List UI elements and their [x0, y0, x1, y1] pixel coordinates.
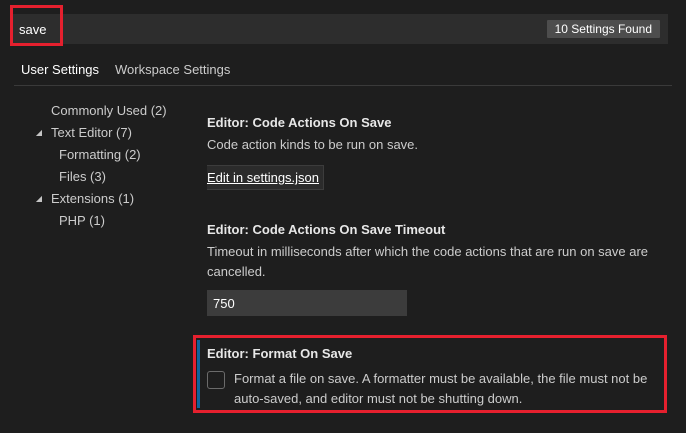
- toc-item-label: PHP (1): [59, 213, 105, 228]
- toc-item-label: Files (3): [59, 169, 106, 184]
- settings-toc: Commonly Used (2) ◢ Text Editor (7) Form…: [26, 100, 186, 232]
- setting-description: Format a file on save. A formatter must …: [234, 371, 648, 406]
- setting-title: Editor: Code Actions On Save: [207, 114, 667, 132]
- setting-format-on-save: Editor: Format On Save Format a file on …: [207, 345, 667, 409]
- setting-category: Editor:: [207, 222, 253, 237]
- results-count-badge: 10 Settings Found: [546, 20, 660, 38]
- settings-editor: 10 Settings Found User Settings Workspac…: [0, 0, 686, 433]
- timeout-number-input[interactable]: [207, 290, 407, 316]
- setting-code-actions-on-save: Editor: Code Actions On Save Code action…: [207, 114, 667, 190]
- tab-user-settings[interactable]: User Settings: [14, 56, 107, 86]
- search-input[interactable]: [10, 14, 510, 44]
- setting-description: Code action kinds to be run on save.: [207, 137, 419, 152]
- toc-item-formatting[interactable]: Formatting (2): [26, 144, 186, 166]
- toc-item-files[interactable]: Files (3): [26, 166, 186, 188]
- setting-name: Code Actions On Save Timeout: [252, 222, 446, 237]
- chevron-down-icon[interactable]: ◢: [34, 188, 44, 210]
- search-bar: 10 Settings Found: [10, 14, 668, 44]
- setting-code-actions-on-save-timeout: Editor: Code Actions On Save Timeout Tim…: [207, 221, 667, 316]
- focus-indicator: [197, 340, 200, 408]
- edit-in-settings-json-link[interactable]: Edit in settings.json: [207, 165, 325, 190]
- setting-title: Editor: Code Actions On Save Timeout: [207, 221, 667, 239]
- format-on-save-checkbox[interactable]: [207, 371, 225, 389]
- setting-description: Timeout in milliseconds after which the …: [207, 244, 649, 279]
- toc-item-text-editor[interactable]: ◢ Text Editor (7): [26, 122, 186, 144]
- tab-workspace-settings[interactable]: Workspace Settings: [115, 56, 230, 86]
- checkbox-row: Format a file on save. A formatter must …: [207, 369, 667, 409]
- toc-item-label: Text Editor (7): [51, 125, 132, 140]
- tabs-divider: [14, 85, 672, 86]
- toc-item-php[interactable]: PHP (1): [26, 210, 186, 232]
- toc-item-label: Commonly Used (2): [51, 103, 167, 118]
- settings-tabs: User Settings Workspace Settings: [14, 56, 672, 86]
- setting-name: Code Actions On Save: [252, 115, 392, 130]
- setting-category: Editor:: [207, 115, 253, 130]
- setting-title: Editor: Format On Save: [207, 345, 667, 363]
- toc-item-label: Extensions (1): [51, 191, 135, 206]
- toc-item-extensions[interactable]: ◢ Extensions (1): [26, 188, 186, 210]
- toc-item-label: Formatting (2): [59, 147, 141, 162]
- setting-category: Editor:: [207, 346, 253, 361]
- toc-item-commonly-used[interactable]: Commonly Used (2): [26, 100, 186, 122]
- chevron-down-icon[interactable]: ◢: [34, 122, 44, 144]
- setting-name: Format On Save: [252, 346, 353, 361]
